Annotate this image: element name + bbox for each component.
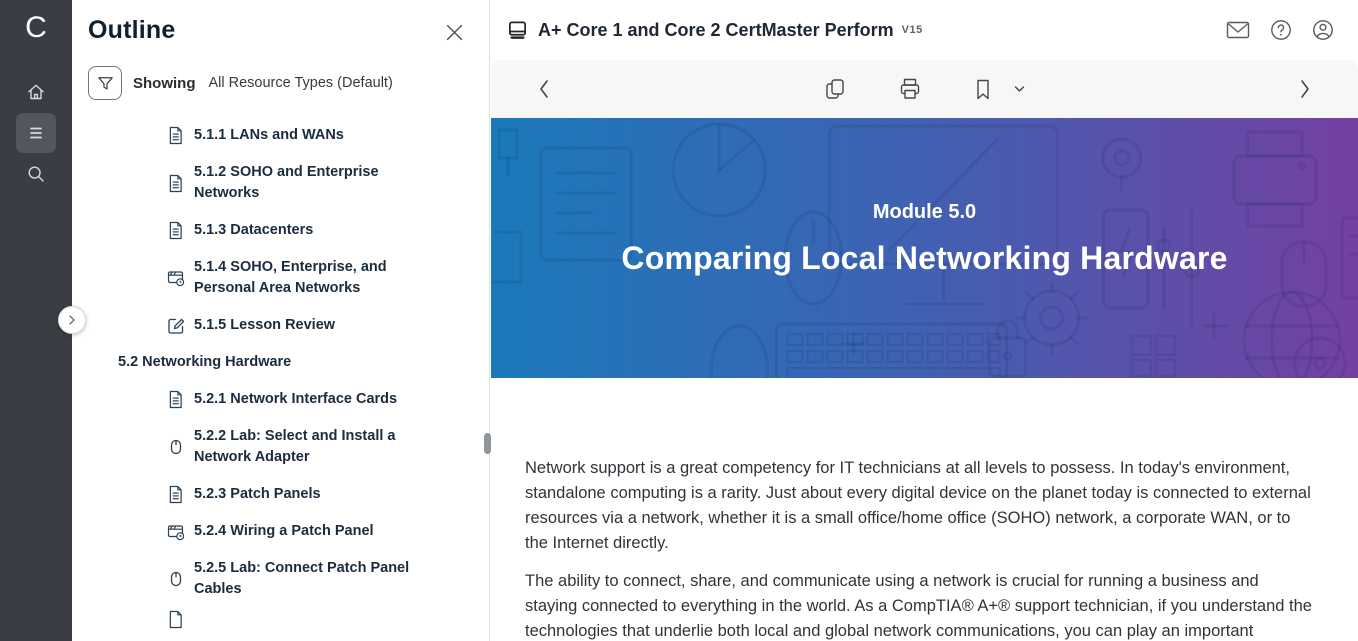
menu-icon — [26, 123, 46, 143]
account-button[interactable] — [1310, 17, 1336, 43]
document-icon — [166, 126, 185, 145]
filter-row: Showing All Resource Types (Default) — [88, 66, 489, 100]
main-area: A+ Core 1 and Core 2 CertMaster Perform … — [491, 0, 1358, 641]
course-version-badge: V15 — [902, 24, 923, 36]
previous-page-button[interactable] — [533, 74, 555, 104]
document-icon — [166, 390, 185, 409]
close-outline-button[interactable] — [442, 20, 467, 45]
outline-item[interactable]: 5.2.3 Patch Panels — [72, 484, 489, 505]
filter-showing-label: Showing — [133, 75, 196, 92]
outline-item-label: 5.2.2 Lab: Select and Install a Network … — [194, 426, 426, 468]
module-banner: Module 5.0 Comparing Local Networking Ha… — [491, 118, 1358, 378]
course-title: A+ Core 1 and Core 2 CertMaster Perform — [538, 20, 894, 41]
bookmark-group — [970, 74, 1029, 105]
lesson-content: Network support is a great competency fo… — [491, 378, 1358, 641]
lab-mouse-icon — [166, 570, 185, 588]
collapse-panel-button[interactable] — [58, 306, 86, 334]
outline-item[interactable]: 5.2.1 Network Interface Cards — [72, 389, 489, 410]
mail-icon — [1226, 20, 1250, 40]
outline-item[interactable]: 5.1.4 SOHO, Enterprise, and Personal Are… — [72, 257, 489, 299]
outline-item[interactable]: 5.2.2 Lab: Select and Install a Network … — [72, 426, 489, 468]
filter-value[interactable]: All Resource Types (Default) — [209, 75, 393, 91]
document-icon — [166, 610, 185, 629]
outline-section[interactable]: 5.2 Networking Hardware — [72, 352, 489, 373]
outline-title: Outline — [88, 16, 176, 45]
print-button[interactable] — [894, 73, 926, 105]
outline-item-label: 5.1.4 SOHO, Enterprise, and Personal Are… — [194, 257, 426, 299]
user-icon — [1312, 19, 1334, 41]
brand-logo[interactable]: C — [25, 2, 47, 54]
outline-item-label: 5.1.3 Datacenters — [194, 220, 313, 241]
chevron-right-icon — [67, 315, 77, 325]
help-icon — [1270, 19, 1292, 41]
lesson-paragraph: The ability to connect, share, and commu… — [525, 569, 1315, 641]
lesson-paragraph: Network support is a great competency fo… — [525, 456, 1315, 556]
outline-item[interactable]: 5.1.1 LANs and WANs — [72, 125, 489, 146]
filter-button[interactable] — [88, 66, 122, 100]
outline-panel: Outline Showing All Resource Types (Defa… — [72, 0, 490, 641]
chevron-right-icon — [1298, 78, 1312, 100]
chevron-left-icon — [537, 78, 551, 100]
outline-scrollbar-thumb[interactable] — [484, 433, 491, 454]
document-icon — [166, 221, 185, 240]
bookmark-icon — [974, 78, 992, 101]
outline-item-label: 5.1.1 LANs and WANs — [194, 125, 344, 146]
toolbar-center-group — [820, 73, 1029, 105]
search-button[interactable] — [16, 154, 56, 194]
next-page-button[interactable] — [1294, 74, 1316, 104]
bookmark-menu-button[interactable] — [1010, 81, 1029, 97]
document-icon — [166, 485, 185, 504]
video-icon — [166, 523, 185, 541]
lab-mouse-icon — [166, 438, 185, 456]
module-label: Module 5.0 — [491, 118, 1358, 224]
close-icon — [446, 24, 463, 41]
copy-icon — [824, 77, 846, 101]
chevron-down-icon — [1014, 85, 1025, 93]
home-button[interactable] — [16, 72, 56, 112]
video-icon — [166, 269, 185, 287]
outline-item-label: 5.2.4 Wiring a Patch Panel — [194, 521, 374, 542]
course-header: A+ Core 1 and Core 2 CertMaster Perform … — [491, 0, 1358, 60]
module-title: Comparing Local Networking Hardware — [491, 240, 1358, 277]
outline-item[interactable]: 5.1.3 Datacenters — [72, 220, 489, 241]
outline-item-label: 5.2.5 Lab: Connect Patch Panel Cables — [194, 558, 426, 600]
copy-button[interactable] — [820, 73, 850, 105]
printer-icon — [898, 77, 922, 101]
outline-item[interactable]: 5.1.5 Lesson Review — [72, 315, 489, 336]
document-icon — [166, 174, 185, 193]
outline-list: 5.1.1 LANs and WANs 5.1.2 SOHO and Enter… — [72, 125, 489, 629]
app-root: C — [0, 0, 1358, 641]
outline-panel-header: Outline — [72, 0, 489, 45]
messages-button[interactable] — [1224, 18, 1252, 42]
outline-menu-button[interactable] — [16, 113, 56, 153]
help-button[interactable] — [1268, 17, 1294, 43]
home-icon — [26, 82, 46, 102]
outline-item-partial[interactable] — [72, 610, 489, 629]
outline-item-label: 5.1.2 SOHO and Enterprise Networks — [194, 162, 426, 204]
banner-text: Module 5.0 Comparing Local Networking Ha… — [491, 118, 1358, 277]
course-book-icon — [507, 20, 528, 41]
bookmark-button[interactable] — [970, 74, 996, 105]
outline-item[interactable]: 5.2.5 Lab: Connect Patch Panel Cables — [72, 558, 489, 600]
outline-item-label: 5.1.5 Lesson Review — [194, 315, 335, 336]
content-toolbar — [491, 60, 1358, 118]
header-actions — [1224, 17, 1336, 43]
filter-funnel-icon — [96, 74, 115, 93]
outline-item[interactable]: 5.2.4 Wiring a Patch Panel — [72, 521, 489, 542]
edit-icon — [166, 317, 185, 335]
outline-item-label: 5.2.1 Network Interface Cards — [194, 389, 397, 410]
search-icon — [26, 164, 46, 184]
outline-item[interactable]: 5.1.2 SOHO and Enterprise Networks — [72, 162, 489, 204]
outline-item-label: 5.2.3 Patch Panels — [194, 484, 321, 505]
outline-section-label: 5.2 Networking Hardware — [118, 352, 291, 373]
